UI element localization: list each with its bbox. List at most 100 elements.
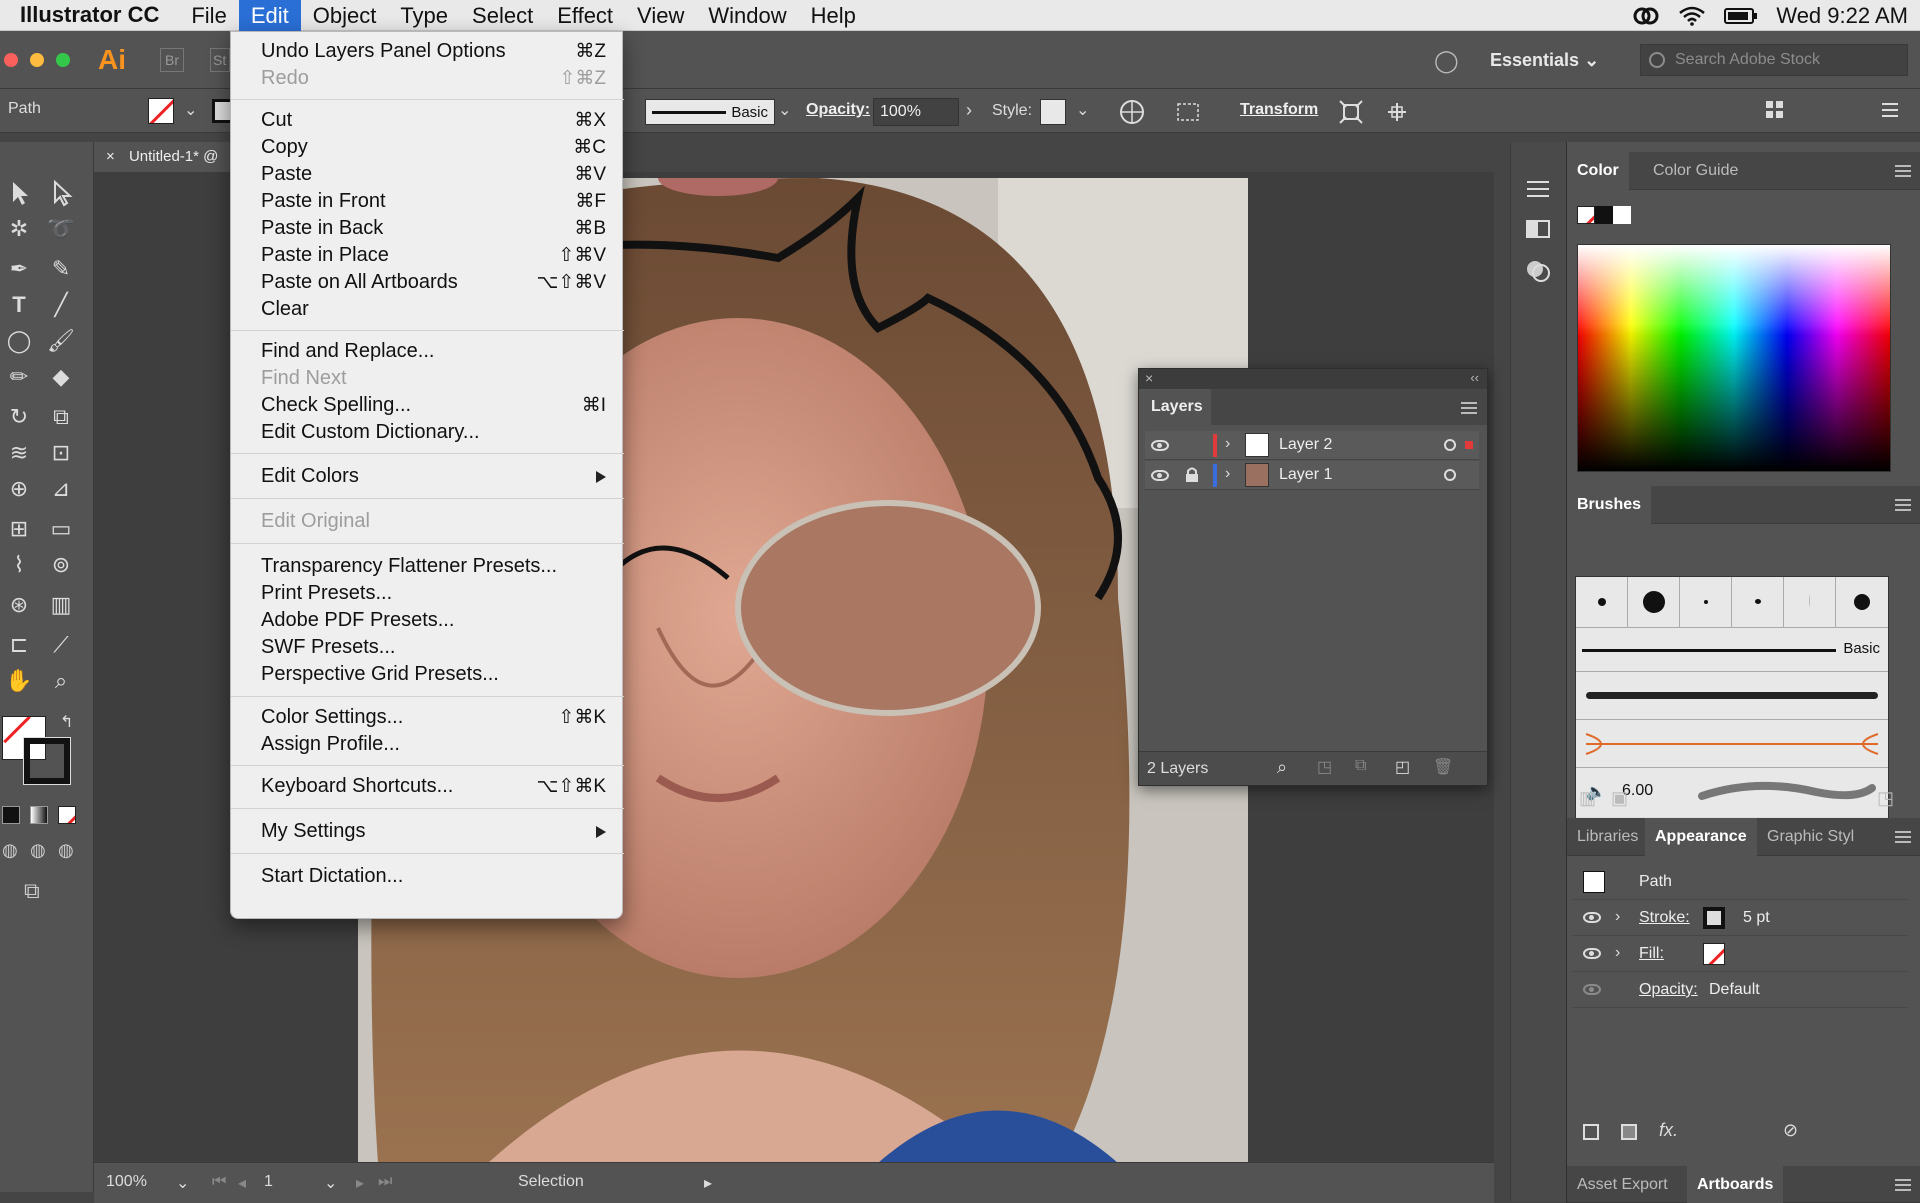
pen-tool-icon[interactable]: ✒ <box>4 254 34 284</box>
menu-item-color-settings[interactable]: Color Settings... ⇧⌘K <box>231 704 624 731</box>
document-tab[interactable]: × Untitled-1* @ <box>94 142 234 172</box>
draw-normal-icon[interactable]: ◍ <box>2 840 18 861</box>
menu-item-transparency-flattener-presets[interactable]: Transparency Flattener Presets... <box>231 553 624 580</box>
mesh-tool-icon[interactable]: ⊞ <box>4 514 34 544</box>
status-menu-arrow-icon[interactable]: ▸ <box>704 1173 712 1193</box>
transparency-panel-icon[interactable] <box>1525 218 1551 240</box>
layer-1-expand-chevron-icon[interactable]: › <box>1225 465 1230 483</box>
puppet-warp-icon[interactable] <box>1384 99 1410 125</box>
battery-icon[interactable] <box>1724 6 1758 26</box>
color-mode-button[interactable] <box>2 806 20 824</box>
ellipse-tool-icon[interactable]: ◯ <box>4 326 34 356</box>
magic-wand-tool-icon[interactable]: ✲ <box>4 214 34 244</box>
libraries-panel-icon[interactable]: ▣ <box>1611 788 1628 809</box>
layer-1-lock-icon[interactable] <box>1185 467 1199 483</box>
direct-selection-tool-icon[interactable] <box>46 178 76 208</box>
layer-1-visibility-eye-icon[interactable] <box>1151 470 1169 481</box>
slice-tool-icon[interactable]: ⟋ <box>46 630 76 660</box>
fill-dropdown-chevron-icon[interactable]: ⌄ <box>184 100 197 120</box>
menu-window[interactable]: Window <box>696 0 798 31</box>
menu-item-clear[interactable]: Clear <box>231 296 624 323</box>
scale-tool-icon[interactable]: ⧉ <box>46 402 76 432</box>
transform-button[interactable]: Transform <box>1240 101 1318 119</box>
opacity-label[interactable]: Opacity: <box>806 101 870 119</box>
tab-layers[interactable]: Layers <box>1139 389 1211 425</box>
draw-inside-icon[interactable]: ◍ <box>58 840 74 861</box>
menu-item-print-presets[interactable]: Print Presets... <box>231 580 624 607</box>
layer-2-selection-indicator[interactable] <box>1465 441 1473 449</box>
color-black-swatch[interactable] <box>1595 206 1613 224</box>
lasso-tool-icon[interactable]: ➰ <box>46 214 76 244</box>
fill-visibility-eye-icon[interactable] <box>1583 948 1601 959</box>
artboard-tool-icon[interactable]: ⊏ <box>4 630 34 660</box>
menu-item-start-dictation[interactable]: Start Dictation... <box>231 863 624 890</box>
gradient-tool-icon[interactable]: ▭ <box>46 514 76 544</box>
layers-panel-header[interactable]: × ‹‹ <box>1139 369 1487 389</box>
artboard-number-field[interactable]: 1 <box>264 1173 273 1191</box>
menu-item-paste-on-all-artboards[interactable]: Paste on All Artboards ⌥⇧⌘V <box>231 269 624 296</box>
brush-dot-tiny[interactable] <box>1680 577 1732 627</box>
next-artboard-icon[interactable]: ▸ <box>356 1173 364 1193</box>
tab-color[interactable]: Color <box>1567 152 1629 190</box>
create-new-layer-icon[interactable]: ◰ <box>1395 757 1410 777</box>
stroke-color-box[interactable] <box>23 737 71 785</box>
menu-edit[interactable]: Edit <box>238 0 301 31</box>
layer-row-layer-1[interactable]: › Layer 1 <box>1145 461 1479 490</box>
paintbrush-tool-icon[interactable]: 🖌 <box>46 326 76 356</box>
menu-item-paste-in-front[interactable]: Paste in Front ⌘F <box>231 188 624 215</box>
creative-cloud-icon[interactable] <box>1632 6 1660 26</box>
locate-object-icon[interactable]: ⌕ <box>1277 757 1287 778</box>
menu-view[interactable]: View <box>625 0 696 31</box>
layer-2-target-icon[interactable] <box>1444 439 1456 451</box>
color-none-swatch[interactable] <box>1577 206 1595 224</box>
properties-panel-icon[interactable] <box>1525 178 1551 200</box>
eraser-tool-icon[interactable]: ◆ <box>46 362 76 392</box>
graphic-style-swatch[interactable] <box>1040 99 1066 125</box>
menu-item-assign-profile[interactable]: Assign Profile... <box>231 731 624 758</box>
free-transform-tool-icon[interactable]: ⊡ <box>46 438 76 468</box>
recolor-artwork-icon[interactable] <box>1118 98 1146 126</box>
isolate-object-icon[interactable] <box>1338 99 1364 125</box>
hand-tool-icon[interactable]: ✋ <box>4 666 34 696</box>
brush-definition-dropdown[interactable]: Basic <box>645 99 775 125</box>
layer-2-name[interactable]: Layer 2 <box>1279 436 1332 454</box>
layer-1-target-icon[interactable] <box>1444 469 1456 481</box>
close-tab-icon[interactable]: × <box>106 148 115 165</box>
menu-item-keyboard-shortcuts[interactable]: Keyboard Shortcuts... ⌥⇧⌘K <box>231 773 624 800</box>
menu-item-edit-colors[interactable]: Edit Colors <box>231 463 624 490</box>
tab-brushes[interactable]: Brushes <box>1567 486 1652 524</box>
artboard-dropdown-chevron-icon[interactable]: ⌄ <box>324 1173 337 1193</box>
stroke-expand-chevron-icon[interactable]: › <box>1615 908 1620 926</box>
tab-appearance[interactable]: Appearance <box>1645 818 1757 856</box>
menu-type[interactable]: Type <box>388 0 460 31</box>
first-artboard-icon[interactable]: ⏮ <box>212 1173 226 1191</box>
menu-item-cut[interactable]: Cut ⌘X <box>231 107 624 134</box>
menu-item-find-and-replace[interactable]: Find and Replace... <box>231 338 624 365</box>
appearance-fill-row[interactable]: › Fill: <box>1573 936 1907 972</box>
draw-behind-icon[interactable]: ◍ <box>30 840 46 861</box>
rotate-tool-icon[interactable]: ↻ <box>4 402 34 432</box>
panel-menu-list-icon[interactable] <box>1880 101 1900 119</box>
zoom-tool-icon[interactable]: ⌕ <box>46 666 76 696</box>
brush-chevron-icon[interactable]: ⌄ <box>778 100 791 120</box>
appearance-stroke-row[interactable]: › Stroke: 5 pt <box>1573 900 1907 936</box>
previous-artboard-icon[interactable]: ◂ <box>238 1173 246 1193</box>
brush-libraries-icon[interactable]: ▥ <box>1579 788 1596 809</box>
fill-color-swatch[interactable] <box>1703 943 1725 965</box>
layer-2-visibility-eye-icon[interactable] <box>1151 440 1169 451</box>
brush-dot-small[interactable] <box>1576 577 1628 627</box>
menu-item-perspective-grid-presets[interactable]: Perspective Grid Presets... <box>231 661 624 688</box>
menu-item-adobe-pdf-presets[interactable]: Adobe PDF Presets... <box>231 607 624 634</box>
menu-item-edit-custom-dictionary[interactable]: Edit Custom Dictionary... <box>231 419 624 446</box>
appearance-panel-menu-icon[interactable] <box>1895 831 1911 843</box>
collapse-layers-panel-icon[interactable]: ‹‹ <box>1470 370 1479 385</box>
swap-fill-stroke-icon[interactable]: ↰ <box>60 712 73 732</box>
appearance-object-row[interactable]: Path <box>1573 864 1907 900</box>
layer-2-expand-chevron-icon[interactable]: › <box>1225 435 1230 453</box>
stroke-visibility-eye-icon[interactable] <box>1583 912 1601 923</box>
stroke-label[interactable]: Stroke: <box>1639 909 1690 927</box>
zoom-window-button[interactable] <box>56 53 70 67</box>
tab-artboards[interactable]: Artboards <box>1687 1166 1784 1203</box>
menu-select[interactable]: Select <box>460 0 545 31</box>
workspace-switcher[interactable]: Essentials ⌄ <box>1490 50 1599 71</box>
